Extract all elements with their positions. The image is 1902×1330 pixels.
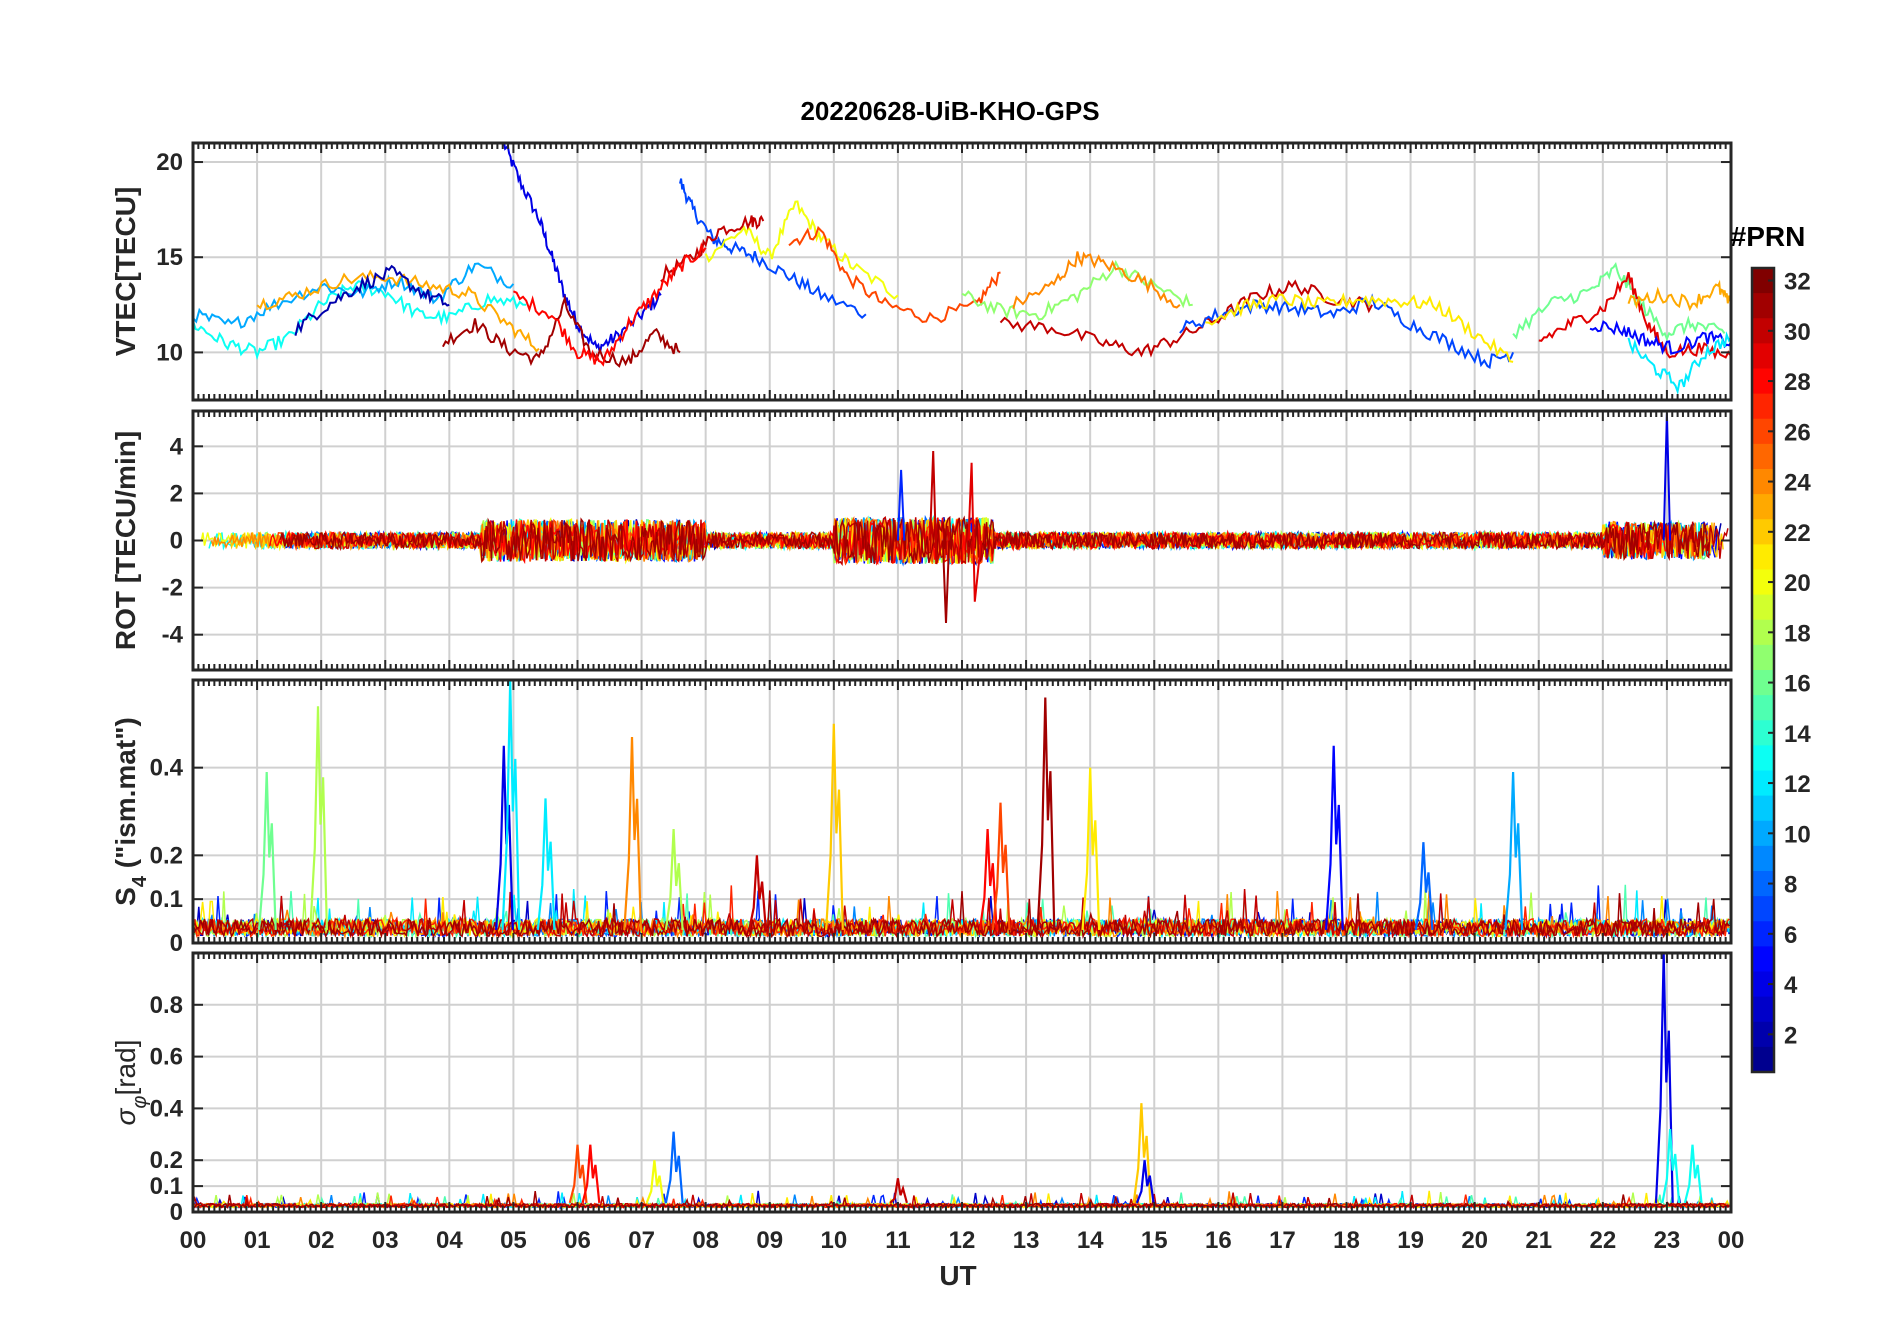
x-tick-label: 13 — [1013, 1227, 1040, 1254]
y-tick-label: 0.6 — [150, 1044, 183, 1071]
y-tick-label: 0.1 — [150, 886, 183, 913]
y-tick-label: 15 — [156, 244, 183, 271]
colorbar-tick-label: 24 — [1784, 470, 1811, 497]
x-tick-label: 11 — [885, 1227, 910, 1254]
colorbar-title: #PRN — [1731, 221, 1806, 252]
y-tick-label: -2 — [162, 575, 183, 602]
colorbar-band — [1752, 343, 1774, 370]
colorbar-band — [1752, 845, 1774, 872]
colorbar-tick-label: 8 — [1784, 872, 1797, 899]
x-tick-label: 17 — [1269, 1227, 1296, 1254]
colorbar-band — [1752, 594, 1774, 621]
y-tick-label: -4 — [162, 622, 184, 649]
colorbar-tick-label: 26 — [1784, 419, 1811, 446]
y-tick-label: 0.8 — [150, 992, 183, 1019]
colorbar-band — [1752, 1046, 1774, 1073]
x-tick-label: 02 — [308, 1227, 335, 1254]
colorbar-band — [1752, 443, 1774, 470]
colorbar-band — [1752, 896, 1774, 922]
x-tick-label: 18 — [1333, 1227, 1360, 1254]
x-tick-label: 04 — [436, 1227, 463, 1254]
x-axis-label: UT — [939, 1260, 976, 1291]
x-tick-label: 01 — [244, 1227, 271, 1254]
colorbar: #PRN2468101214161820222426283032 — [1731, 221, 1811, 1074]
y-tick-label: 2 — [170, 480, 183, 507]
colorbar-tick-label: 6 — [1784, 922, 1797, 949]
x-tick-label: 21 — [1525, 1227, 1552, 1254]
x-tick-label: 08 — [692, 1227, 719, 1254]
y-tick-label: 0.4 — [150, 755, 184, 782]
x-tick-label: 00 — [180, 1227, 207, 1254]
colorbar-tick-label: 14 — [1784, 721, 1811, 748]
x-tick-label: 16 — [1205, 1227, 1232, 1254]
colorbar-band — [1752, 695, 1774, 721]
y-tick-label: 0.1 — [150, 1173, 183, 1200]
colorbar-tick-label: 22 — [1784, 520, 1811, 547]
x-tick-label: 06 — [564, 1227, 591, 1254]
y-tick-label: 0.2 — [150, 1147, 183, 1174]
y-axis-label: S4 ("ism.mat") — [110, 717, 151, 906]
colorbar-tick-label: 12 — [1784, 771, 1811, 798]
colorbar-band — [1752, 544, 1774, 571]
y-tick-label: 10 — [156, 339, 183, 366]
x-tick-label: 15 — [1141, 1227, 1168, 1254]
colorbar-band — [1752, 293, 1774, 319]
colorbar-band — [1752, 745, 1774, 772]
x-tick-label: 03 — [372, 1227, 399, 1254]
colorbar-band — [1752, 393, 1774, 420]
colorbar-tick-label: 16 — [1784, 671, 1811, 698]
colorbar-tick-label: 20 — [1784, 570, 1811, 597]
x-tick-label: 07 — [628, 1227, 655, 1254]
y-tick-label: 0 — [170, 930, 183, 957]
panel-vtec: 10 15 20 VTEC[TECU] — [110, 141, 1733, 402]
y-tick-label: 0 — [170, 1199, 183, 1226]
colorbar-tick-label: 30 — [1784, 319, 1811, 346]
x-tick-label: 19 — [1397, 1227, 1424, 1254]
colorbar-tick-label: 28 — [1784, 369, 1811, 396]
panel-s4: 0 0.1 0.2 0.4S4 ("ism.mat") — [110, 678, 1733, 957]
x-tick-label: 10 — [820, 1227, 847, 1254]
x-tick-label: 22 — [1589, 1227, 1616, 1254]
x-tick-label: 14 — [1077, 1227, 1104, 1254]
y-axis-label: VTEC[TECU] — [110, 187, 141, 357]
x-tick-label: 09 — [756, 1227, 783, 1254]
x-tick-label: 05 — [500, 1227, 527, 1254]
y-tick-label: 0.4 — [150, 1095, 184, 1122]
y-tick-label: 20 — [156, 149, 183, 176]
y-tick-label: 4 — [170, 433, 184, 460]
x-tick-label: 20 — [1461, 1227, 1488, 1254]
colorbar-band — [1752, 996, 1774, 1023]
y-tick-label: 0 — [170, 528, 183, 555]
colorbar-band — [1752, 494, 1774, 520]
colorbar-tick-label: 4 — [1784, 972, 1798, 999]
chart-title: 20220628-UiB-KHO-GPS — [800, 96, 1099, 126]
colorbar-band — [1752, 795, 1774, 822]
y-axis-label: σφ[rad] — [110, 1040, 151, 1126]
panels: 101520VTEC[TECU]-4-2024ROT [TECU/min]00.… — [110, 141, 1744, 1254]
y-axis-label: ROT [TECU/min] — [110, 431, 141, 650]
colorbar-band — [1752, 946, 1774, 973]
colorbar-tick-label: 10 — [1784, 821, 1811, 848]
colorbar-band — [1752, 644, 1774, 671]
x-tick-label: 12 — [949, 1227, 976, 1254]
colorbar-tick-label: 32 — [1784, 269, 1811, 296]
x-tick-label: 23 — [1654, 1227, 1681, 1254]
panel-sigma: 00.10.2 0.4 0.6 0.8 σφ[rad] — [110, 951, 1733, 1226]
colorbar-tick-label: 18 — [1784, 620, 1811, 647]
x-tick-label: 00 — [1718, 1227, 1745, 1254]
figure: 20220628-UiB-KHO-GPS 101520VTEC[TECU]-4-… — [110, 96, 1811, 1291]
colorbar-tick-label: 2 — [1784, 1022, 1797, 1049]
panel-rot: -4 -2 0 2 4 ROT [TECU/min] — [110, 409, 1733, 672]
y-tick-label: 0.2 — [150, 842, 183, 869]
